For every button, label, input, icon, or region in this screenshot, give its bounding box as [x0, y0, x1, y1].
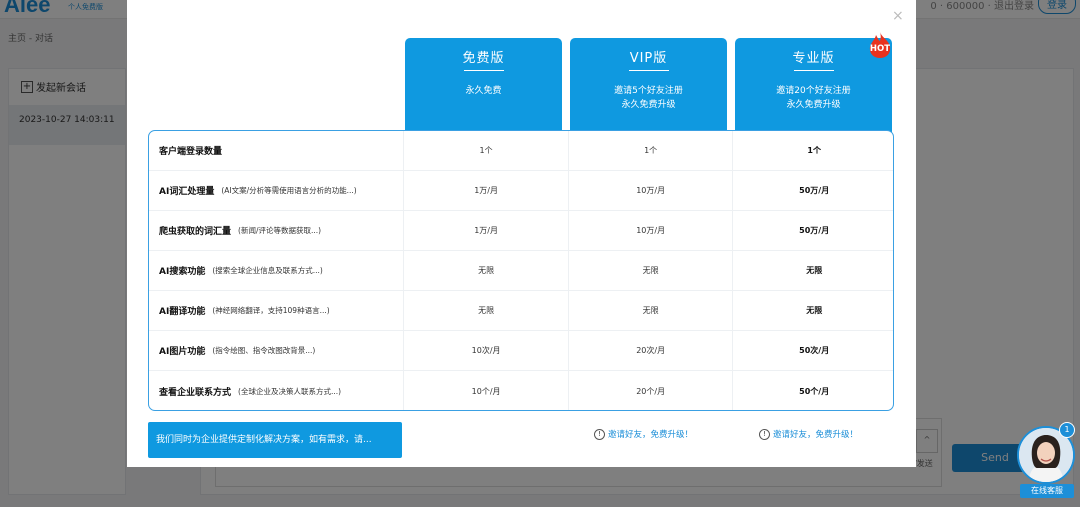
pro-value: 无限	[806, 306, 823, 315]
feature-title: AI搜索功能	[159, 267, 206, 277]
free-value: 无限	[404, 251, 569, 290]
feature-title: 查看企业联系方式	[159, 387, 232, 398]
hot-badge-icon: HOT	[869, 32, 890, 58]
plan-free[interactable]: 免费版 永久免费	[405, 38, 562, 134]
plan-desc: 永久免费	[405, 84, 562, 98]
table-row: AI图片功能 (指令绘图、指令改图改背景...) 10次/月 20次/月 50次/…	[149, 331, 893, 371]
plan-desc: 邀请20个好友注册 永久免费升级	[735, 84, 892, 112]
pro-value: 50万/月	[799, 186, 830, 195]
custom-solution-button[interactable]: 我们同时为企业提供定制化解决方案，如有需求，请...	[148, 422, 402, 458]
feature-name: AI搜索功能 (搜索全球企业信息及联系方式...)	[149, 251, 405, 290]
feature-name: AI图片功能 (指令绘图、指令改图改背景...)	[149, 331, 405, 370]
feature-title: 客户端登录数量	[159, 147, 223, 157]
free-value: 1万/月	[404, 171, 569, 210]
plan-desc-line: 永久免费	[465, 86, 502, 96]
info-icon: !	[759, 428, 770, 440]
feature-name: 爬虫获取的词汇量 (新闻/评论等数据获取...)	[149, 211, 405, 250]
feature-title: AI图片功能	[159, 347, 206, 357]
vip-value: 10万/月	[569, 171, 734, 210]
table-row: 查看企业联系方式 (全球企业及决策人联系方式...) 10个/月 20个/月 50…	[149, 371, 893, 410]
feature-name: AI翻译功能 (神经网络翻译，支持109种语言...)	[149, 291, 405, 330]
feature-note: (指令绘图、指令改图改背景...)	[212, 346, 316, 355]
feature-note: (神经网络翻译，支持109种语言...)	[212, 306, 330, 315]
invite-label: 邀请好友，免费升级！	[773, 430, 859, 440]
online-support-widget[interactable]: 1 在线客服	[1015, 422, 1077, 500]
hot-badge-label: HOT	[870, 44, 890, 54]
pro-value: 无限	[806, 266, 823, 275]
plan-desc-line: 邀请5个好友注册	[614, 86, 683, 96]
vip-value: 10万/月	[569, 211, 734, 250]
free-value: 1万/月	[404, 211, 569, 250]
plan-desc-line: 永久免费升级	[786, 100, 841, 110]
feature-title: AI翻译功能	[159, 307, 206, 317]
invite-pro-link[interactable]: ! 邀请好友，免费升级！	[759, 428, 858, 440]
close-icon[interactable]: ×	[892, 8, 904, 24]
plan-desc-line: 永久免费升级	[621, 100, 676, 110]
plan-desc: 邀请5个好友注册 永久免费升级	[570, 84, 727, 112]
plan-name: 免费版	[462, 51, 505, 66]
free-value: 1个	[404, 131, 569, 170]
table-row: AI翻译功能 (神经网络翻译，支持109种语言...) 无限 无限 无限	[149, 291, 893, 331]
feature-name: 查看企业联系方式 (全球企业及决策人联系方式...)	[149, 371, 405, 410]
invite-vip-link[interactable]: ! 邀请好友，免费升级！	[594, 428, 693, 440]
divider	[794, 70, 834, 71]
vip-value: 20个/月	[569, 371, 734, 410]
support-label: 在线客服	[1020, 484, 1074, 498]
free-value: 无限	[404, 291, 569, 330]
divider	[464, 70, 504, 71]
feature-table: 客户端登录数量 1个 1个 1个 AI词汇处理量 (AI文案/分析等需使用语言分析…	[148, 130, 894, 411]
vip-value: 20次/月	[569, 331, 734, 370]
plan-name: VIP版	[629, 51, 668, 66]
pro-value: 1个	[807, 146, 821, 155]
pro-value: 50个/月	[799, 386, 830, 396]
feature-note: (新闻/评论等数据获取...)	[238, 226, 322, 235]
free-value: 10个/月	[404, 371, 569, 410]
feature-title: 爬虫获取的词汇量	[159, 227, 232, 237]
invite-label: 邀请好友，免费升级！	[608, 430, 694, 440]
feature-note: (全球企业及决策人联系方式...)	[238, 386, 342, 396]
table-row: AI词汇处理量 (AI文案/分析等需使用语言分析的功能...) 1万/月 10万/…	[149, 171, 893, 211]
plan-vip[interactable]: VIP版 邀请5个好友注册 永久免费升级	[570, 38, 727, 134]
divider	[629, 70, 669, 71]
feature-name: 客户端登录数量	[149, 131, 405, 170]
feature-note: (搜索全球企业信息及联系方式...)	[212, 266, 323, 275]
vip-value: 无限	[569, 251, 734, 290]
table-row: AI搜索功能 (搜索全球企业信息及联系方式...) 无限 无限 无限	[149, 251, 893, 291]
pro-value: 50万/月	[799, 226, 830, 235]
table-row: 爬虫获取的词汇量 (新闻/评论等数据获取...) 1万/月 10万/月 50万/月	[149, 211, 893, 251]
table-row: 客户端登录数量 1个 1个 1个	[149, 131, 893, 171]
vip-value: 无限	[569, 291, 734, 330]
info-icon: !	[594, 428, 605, 440]
pro-value: 50次/月	[799, 346, 830, 355]
feature-name: AI词汇处理量 (AI文案/分析等需使用语言分析的功能...)	[149, 171, 405, 210]
feature-title: AI词汇处理量	[159, 187, 215, 197]
notification-badge: 1	[1059, 422, 1075, 438]
free-value: 10次/月	[404, 331, 569, 370]
vip-value: 1个	[569, 131, 734, 170]
plan-desc-line: 邀请20个好友注册	[776, 86, 851, 96]
feature-note: (AI文案/分析等需使用语言分析的功能...)	[221, 186, 357, 195]
